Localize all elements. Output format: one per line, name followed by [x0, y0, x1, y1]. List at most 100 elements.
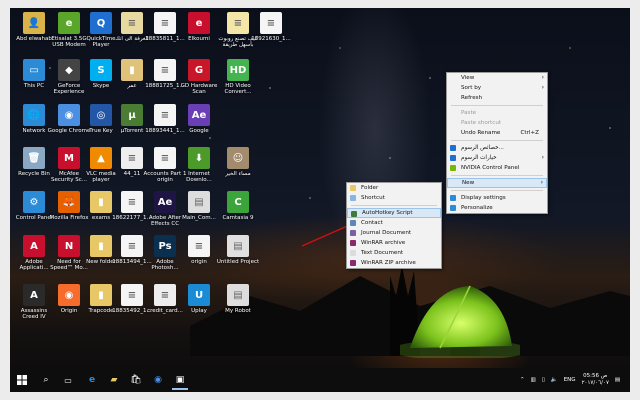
context-menu-item[interactable]: خصائص الرسوم... — [447, 143, 547, 153]
desktop-icon[interactable]: ▤ Untitled Project — [216, 235, 260, 285]
clock-date: ٢٠١٧/٠٦/٠٧ — [581, 380, 609, 386]
menu-shortcut: Ctrl+Z — [520, 130, 539, 136]
submenu-item-label: WinRAR ZIP archive — [361, 260, 416, 266]
desktop-icon-image: ≡ — [121, 235, 143, 257]
submenu-item-label: WinRAR archive — [361, 240, 406, 246]
submenu-item-icon — [350, 240, 356, 246]
chevron-right-icon: › — [541, 84, 544, 91]
desktop-context-menu[interactable]: View › Sort by › Refresh Paste Paste shortcut U… — [446, 72, 548, 214]
new-submenu-item[interactable]: Shortcut — [347, 193, 441, 203]
desktop-icon-image: ◉ — [58, 104, 80, 126]
desktop-icon[interactable]: ▤ Main_Com... — [177, 191, 221, 241]
menu-separator — [451, 105, 543, 106]
desktop-icon[interactable]: U Uplay — [177, 284, 221, 334]
app-window-icon[interactable]: ▣ — [172, 372, 188, 390]
volume-icon[interactable]: 🔈 — [551, 377, 558, 383]
desktop-icon-image: S — [90, 59, 112, 81]
clock[interactable]: 05:56 ص ٢٠١٧/٠٦/٠٧ — [582, 373, 609, 387]
desktop-icon-image: Q — [90, 12, 112, 34]
context-menu-item[interactable]: Refresh — [447, 93, 547, 103]
new-submenu-item[interactable]: WinRAR archive — [347, 238, 441, 248]
chevron-right-icon: › — [541, 74, 544, 81]
context-menu-item[interactable]: Paste — [447, 108, 547, 118]
context-menu-item[interactable]: Undo Rename Ctrl+Z — [447, 128, 547, 138]
battery-icon[interactable]: ▯ — [542, 377, 545, 383]
language-indicator[interactable]: ENG — [564, 377, 576, 383]
menu-item-label: Paste shortcut — [461, 120, 502, 126]
network-icon[interactable]: ▥ — [531, 377, 536, 383]
menu-item-label: Display settings — [461, 195, 506, 201]
new-submenu-item[interactable]: Journal Document — [347, 228, 441, 238]
start-button[interactable] — [14, 372, 30, 388]
context-menu-item[interactable]: NVIDIA Control Panel — [447, 163, 547, 173]
desktop-icon-image: µ — [121, 104, 143, 126]
desktop-icon[interactable]: ≡ origin — [177, 235, 221, 285]
desktop-icon[interactable]: HD HD Video Convert... — [216, 59, 260, 109]
desktop-icon-image: ≡ — [227, 12, 249, 34]
desktop-icon[interactable]: ⬇ Internet Downlo... — [177, 147, 221, 197]
desktop-icon-image: ☺ — [227, 147, 249, 169]
desktop-icon-label: My Robot — [225, 308, 251, 314]
menu-item-icon — [450, 205, 456, 211]
menu-item-label: Paste — [461, 110, 477, 116]
desktop-icon-label: Main_Com... — [182, 215, 216, 221]
desktop-icon-label: Google — [189, 128, 209, 134]
desktop-icon[interactable]: C Camtasia 9 — [216, 191, 260, 241]
desktop-icon-label: Elkoumi — [188, 36, 210, 42]
search-icon[interactable]: ⌕ — [38, 372, 54, 388]
context-menu-item[interactable]: خيارات الرسوم › — [447, 153, 547, 163]
desktop-icon-image: ≡ — [188, 235, 210, 257]
desktop[interactable]: 👤 Abd elwahab e Etisalat 3.5G USB Modem Q Qui… — [10, 8, 630, 392]
context-menu-item[interactable]: Paste shortcut — [447, 118, 547, 128]
desktop-icon[interactable]: ≡ 18921630_1... — [249, 12, 293, 62]
desktop-icon-image: ≡ — [121, 12, 143, 34]
desktop-icon[interactable]: e Elkoumi — [177, 12, 221, 62]
desktop-icon-image: ≡ — [154, 284, 176, 306]
file-explorer-icon[interactable]: ▰ — [106, 372, 122, 388]
new-submenu-item[interactable]: Contact — [347, 218, 441, 228]
context-menu-item[interactable]: Display settings — [447, 193, 547, 203]
taskbar[interactable]: ⌕ ▭ e ▰ 🛍 ◉ ▣ ⌃ ▥ ▯ 🔈 ENG 05:56 ص ٢٠١٧/٠… — [10, 368, 630, 392]
menu-separator — [451, 190, 543, 191]
submenu-item-label: Shortcut — [361, 195, 385, 201]
desktop-icon-image: ⚙ — [23, 191, 45, 213]
context-menu-item[interactable]: Personalize — [447, 203, 547, 213]
desktop-icon-image: ▤ — [188, 191, 210, 213]
desktop-icon-image: ◆ — [58, 59, 80, 81]
desktop-icon[interactable]: G GD Hardware Scan — [177, 59, 221, 109]
new-submenu-item[interactable]: Text Document — [347, 248, 441, 258]
desktop-icon-image: ▭ — [23, 59, 45, 81]
desktop-icon-image: ◉ — [58, 284, 80, 306]
menu-separator — [451, 175, 543, 176]
edge-browser-icon[interactable]: e — [84, 372, 100, 388]
store-icon[interactable]: 🛍 — [128, 372, 144, 388]
desktop-icon-image: 🦊 — [58, 191, 80, 213]
show-hidden-icons-icon[interactable]: ⌃ — [520, 377, 525, 383]
notifications-icon[interactable]: ▤ — [615, 377, 620, 383]
desktop-icon-image: C — [227, 191, 249, 213]
menu-item-label: Refresh — [461, 95, 483, 101]
desktop-icon-image: ▮ — [121, 59, 143, 81]
menu-separator — [351, 205, 437, 206]
desktop-icon[interactable]: ☺ مساء الخير — [216, 147, 260, 197]
menu-item-label: Undo Rename — [461, 130, 501, 136]
new-submenu-item[interactable]: Folder — [347, 183, 441, 193]
desktop-icon-image: ▤ — [227, 235, 249, 257]
context-menu-item[interactable]: New › — [447, 178, 547, 188]
desktop-icon-image: A — [23, 235, 45, 257]
chevron-right-icon: › — [540, 179, 543, 186]
desktop-icon-image: G — [188, 59, 210, 81]
context-menu-item[interactable]: Sort by › — [447, 83, 547, 93]
desktop-icon-image: HD — [227, 59, 249, 81]
desktop-icon-label: Untitled Project — [216, 259, 260, 265]
chrome-icon[interactable]: ◉ — [150, 372, 166, 388]
new-submenu-item[interactable]: AutoHotkey Script — [347, 208, 441, 218]
desktop-icon-image: ≡ — [154, 12, 176, 34]
desktop-icon[interactable]: ▤ My Robot — [216, 284, 260, 334]
new-submenu[interactable]: Folder Shortcut AutoHotkey Script Contact Jo… — [346, 182, 442, 269]
task-view-icon[interactable]: ▭ — [60, 372, 76, 388]
desktop-icon-image: ≡ — [121, 191, 143, 213]
submenu-item-label: Journal Document — [361, 230, 412, 236]
context-menu-item[interactable]: View › — [447, 73, 547, 83]
new-submenu-item[interactable]: WinRAR ZIP archive — [347, 258, 441, 268]
